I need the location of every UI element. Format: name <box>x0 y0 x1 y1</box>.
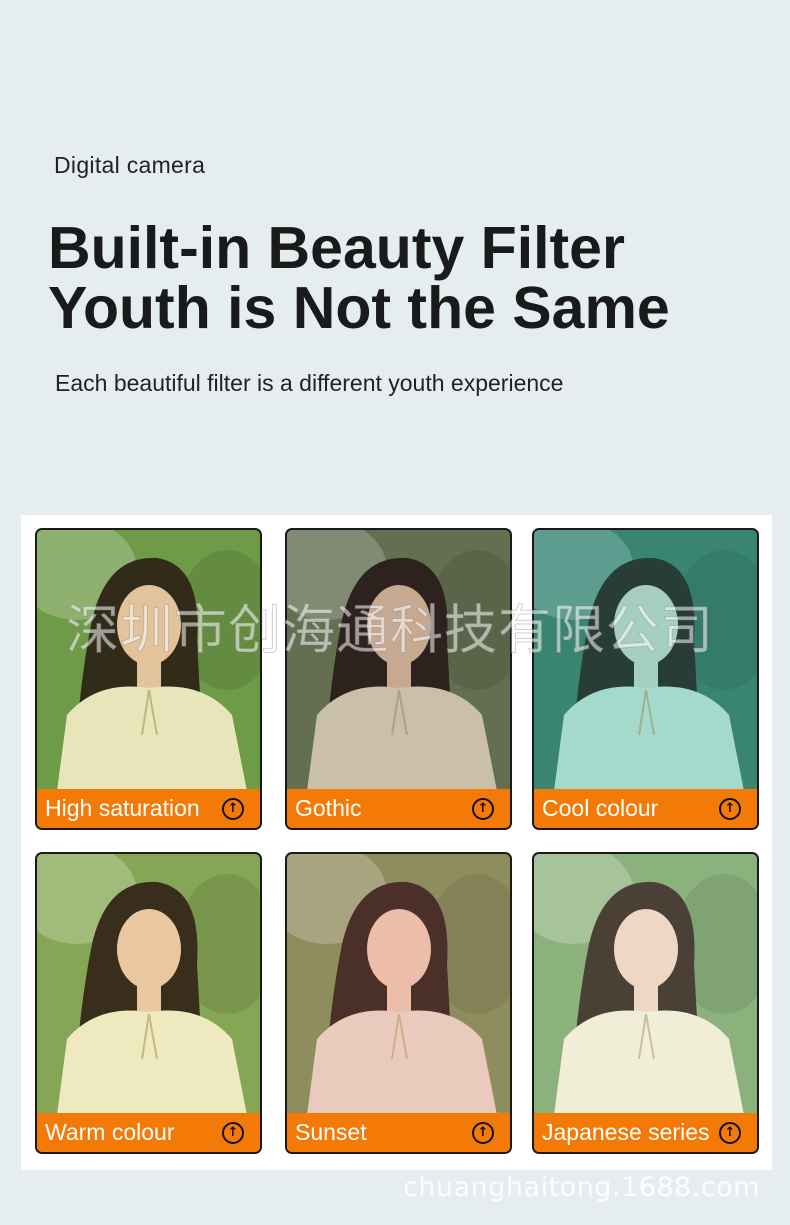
filter-label: Sunset <box>295 1119 367 1145</box>
arrow-up-circle-icon[interactable]: ↑ <box>472 797 494 820</box>
subtitle-text: Each beautiful filter is a different you… <box>55 370 564 396</box>
arrow-up-circle-icon[interactable]: ↑ <box>472 1121 494 1144</box>
filter-label-bar: High saturation ↑ <box>37 789 260 828</box>
arrow-up-circle-icon[interactable]: ↑ <box>719 1121 741 1144</box>
filter-label-bar: Sunset ↑ <box>287 1113 510 1152</box>
filter-gallery: High saturation ↑ Gothic ↑ Cool colour ↑… <box>21 515 772 1170</box>
arrow-up-circle-icon[interactable]: ↑ <box>719 797 741 820</box>
headline-line-1: Built-in Beauty Filter <box>48 215 625 281</box>
filter-card-cool-colour[interactable]: Cool colour ↑ <box>532 528 759 830</box>
filter-label: High saturation <box>45 795 200 821</box>
headline: Built-in Beauty Filter Youth is Not the … <box>48 218 670 338</box>
filter-photo <box>534 530 757 791</box>
filter-label: Gothic <box>295 795 362 821</box>
filter-card-high-saturation[interactable]: High saturation ↑ <box>35 528 262 830</box>
filter-photo <box>287 530 510 791</box>
filter-label-bar: Warm colour ↑ <box>37 1113 260 1152</box>
filter-photo <box>37 854 260 1115</box>
headline-line-2: Youth is Not the Same <box>48 275 670 341</box>
filter-label-bar: Japanese series ↑ <box>534 1113 757 1152</box>
filter-card-sunset[interactable]: Sunset ↑ <box>285 852 512 1154</box>
filter-label: Japanese series <box>542 1119 710 1145</box>
filter-card-japanese-series[interactable]: Japanese series ↑ <box>532 852 759 1154</box>
site-watermark: chuanghaitong.1688.com <box>403 1172 760 1203</box>
filter-card-gothic[interactable]: Gothic ↑ <box>285 528 512 830</box>
eyebrow-text: Digital camera <box>54 152 206 178</box>
filter-photo <box>534 854 757 1115</box>
filter-label: Cool colour <box>542 795 659 821</box>
filter-card-warm-colour[interactable]: Warm colour ↑ <box>35 852 262 1154</box>
filter-photo <box>37 530 260 791</box>
filter-label: Warm colour <box>45 1119 175 1145</box>
filter-photo <box>287 854 510 1115</box>
arrow-up-circle-icon[interactable]: ↑ <box>222 797 244 820</box>
filter-label-bar: Gothic ↑ <box>287 789 510 828</box>
arrow-up-circle-icon[interactable]: ↑ <box>222 1121 244 1144</box>
filter-label-bar: Cool colour ↑ <box>534 789 757 828</box>
